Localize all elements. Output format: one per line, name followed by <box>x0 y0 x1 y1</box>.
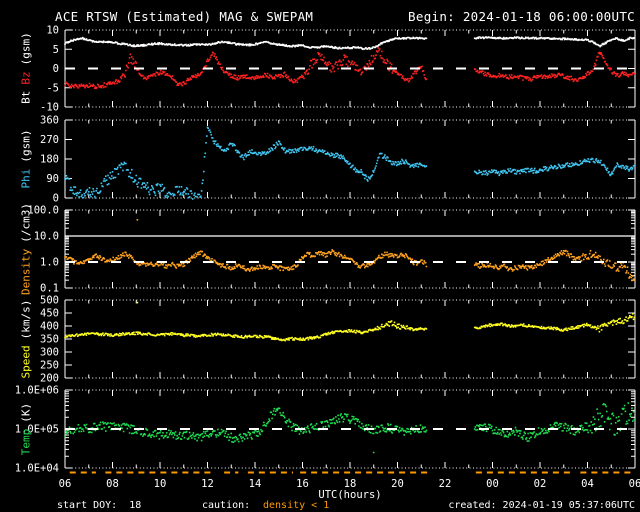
y-axis-label-part: Temp <box>19 428 33 456</box>
y-axis-label-part: Bt <box>19 90 33 104</box>
plot-canvas: 1050-5-10360270180900100.010.01.00.15004… <box>15 25 640 491</box>
caution-label: caution: <box>202 500 251 511</box>
svg-text:-10: -10 <box>40 102 59 114</box>
svg-text:0.1: 0.1 <box>40 283 59 295</box>
svg-text:270: 270 <box>40 134 59 146</box>
svg-text:360: 360 <box>40 115 59 127</box>
y-axis-label-phi: Phi (gsm) <box>20 127 33 192</box>
svg-text:500: 500 <box>40 295 59 307</box>
y-axis-label-density: Density (/cm3) <box>20 200 33 298</box>
svg-text:0: 0 <box>53 63 59 75</box>
svg-text:1.0E+06: 1.0E+06 <box>15 385 59 397</box>
svg-text:90: 90 <box>46 173 59 185</box>
y-axis-label-speed: Speed (km/s) <box>20 297 33 382</box>
y-axis-label-part: Density <box>19 248 33 296</box>
svg-text:-5: -5 <box>46 82 59 94</box>
svg-text:10.0: 10.0 <box>34 231 59 243</box>
svg-text:0: 0 <box>53 193 59 205</box>
svg-text:180: 180 <box>40 154 59 166</box>
y-axis-label-temp: Temp (K) <box>20 400 33 458</box>
y-axis-label-part: (gsm) <box>19 32 33 66</box>
svg-text:350: 350 <box>40 334 59 346</box>
svg-text:200: 200 <box>40 373 59 385</box>
svg-text:400: 400 <box>40 321 59 333</box>
y-axis-label-part: (gsm) <box>19 129 33 163</box>
y-axis-label-bt-bz: Bt Bz (gsm) <box>20 29 33 107</box>
y-axis-label-part: Bz <box>19 71 33 85</box>
created-timestamp: created: 2024-01-19 05:37:06UTC <box>448 500 635 511</box>
svg-text:450: 450 <box>40 308 59 320</box>
y-axis-label-part: (/cm3) <box>19 202 33 243</box>
ace-rtsw-plot: ACE RTSW (Estimated) MAG & SWEPAM Begin:… <box>0 0 640 512</box>
y-axis-label-part: Speed <box>19 345 33 379</box>
svg-text:1.0: 1.0 <box>40 257 59 269</box>
y-axis-label-part: Phi <box>19 168 33 189</box>
y-axis-label-part: (km/s) <box>19 299 33 340</box>
svg-text:10: 10 <box>46 25 59 37</box>
svg-text:250: 250 <box>40 360 59 372</box>
svg-text:300: 300 <box>40 347 59 359</box>
y-axis-label-part: (K) <box>19 402 33 423</box>
svg-text:1.0E+04: 1.0E+04 <box>15 463 59 475</box>
svg-text:5: 5 <box>53 44 59 56</box>
start-doy-label: start DOY: 18 <box>57 500 142 511</box>
caution-value: density < 1 <box>263 500 330 511</box>
